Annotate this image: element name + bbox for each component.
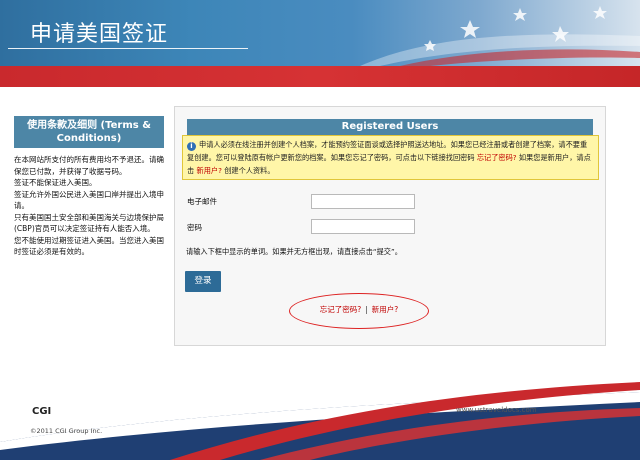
terms-body: 在本网站所支付的所有费用均不予退还。请确保您已付款，并获得了收据号码。 签证不能… bbox=[14, 154, 164, 258]
forgot-password-link[interactable]: 忘记了密码? bbox=[320, 305, 361, 314]
terms-panel: 使用条款及细则 (Terms & Conditions) 在本网站所支付的所有费… bbox=[14, 116, 164, 258]
title-underline bbox=[8, 48, 248, 49]
password-label: 密码 bbox=[187, 223, 202, 232]
footer-flag-swoosh bbox=[0, 382, 640, 460]
password-field[interactable] bbox=[311, 219, 415, 234]
account-links: 忘记了密码? | 新用户? bbox=[290, 304, 428, 315]
link-separator: | bbox=[365, 305, 368, 314]
terms-line: 只有美国国土安全部和美国海关与边境保护局(CBP)官员可以决定签证持有人能否入境… bbox=[14, 212, 164, 234]
terms-line: 您不能使用过期签证进入美国。当您进入美国时签证必须是有效的。 bbox=[14, 235, 164, 257]
email-label: 电子邮件 bbox=[187, 197, 217, 206]
new-user-link[interactable]: 新用户? bbox=[372, 305, 398, 314]
copyright-text: ©2011 CGI Group Inc. bbox=[30, 427, 103, 435]
email-field[interactable] bbox=[311, 194, 415, 209]
red-stripe bbox=[0, 66, 640, 87]
header-banner: 申请美国签证 bbox=[0, 0, 640, 66]
cgi-logo: CGI bbox=[32, 406, 52, 417]
info-icon: i bbox=[187, 142, 196, 151]
registration-notice: i 申请人必须在线注册并创建个人档案，才能预约签证面谈或选择护照送达地址。如果您已… bbox=[182, 135, 599, 180]
terms-heading: 使用条款及细则 (Terms & Conditions) bbox=[14, 116, 164, 148]
terms-line: 签证允许外国公民进入美国口岸并提出入境申请。 bbox=[14, 189, 164, 211]
page-title: 申请美国签证 bbox=[30, 22, 169, 47]
notice-new-user-link[interactable]: 新用户? bbox=[197, 166, 222, 175]
site-url: www.ustraveldocs.com bbox=[456, 406, 537, 414]
terms-line: 在本网站所支付的所有费用均不予退还。请确保您已付款，并获得了收据号码。 bbox=[14, 155, 164, 176]
footer bbox=[0, 372, 640, 460]
login-heading: Registered Users bbox=[187, 119, 593, 135]
login-button[interactable]: 登录 bbox=[185, 271, 221, 292]
terms-line: 签证不能保证进入美国。 bbox=[14, 178, 97, 187]
notice-suffix: 创建个人资料。 bbox=[224, 166, 275, 175]
highlight-ellipse: 忘记了密码? | 新用户? bbox=[289, 293, 429, 329]
notice-forgot-link[interactable]: 忘记了密码? bbox=[477, 153, 517, 162]
captcha-hint: 请输入下框中显示的单词。如果并无方框出现，请直接点击“提交”。 bbox=[186, 247, 402, 256]
